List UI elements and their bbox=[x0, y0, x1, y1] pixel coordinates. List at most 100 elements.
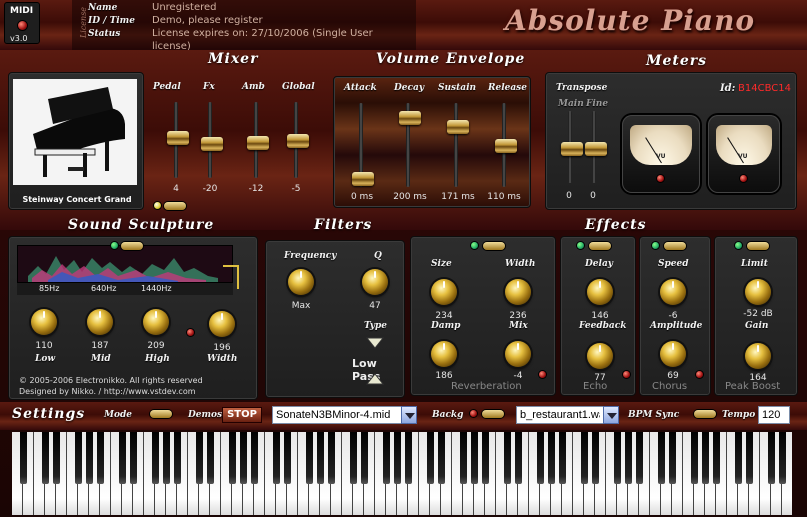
black-key[interactable] bbox=[470, 432, 478, 484]
settings-title: Settings bbox=[12, 406, 86, 422]
black-key[interactable] bbox=[558, 432, 566, 484]
chorus-amplitude-knob[interactable] bbox=[660, 341, 686, 367]
release-fader-thumb[interactable] bbox=[495, 139, 517, 153]
reverb-toggle[interactable] bbox=[483, 242, 505, 250]
black-key[interactable] bbox=[734, 432, 742, 484]
sustain-fader-thumb[interactable] bbox=[447, 120, 469, 134]
mode-toggle[interactable] bbox=[150, 410, 172, 418]
black-key[interactable] bbox=[151, 432, 159, 484]
black-key[interactable] bbox=[668, 432, 676, 484]
piano-keyboard[interactable] bbox=[12, 432, 792, 515]
echo-delay-knob[interactable] bbox=[587, 279, 613, 305]
transpose-main-thumb[interactable] bbox=[561, 142, 583, 156]
black-key[interactable] bbox=[701, 432, 709, 484]
black-key[interactable] bbox=[206, 432, 214, 484]
black-key[interactable] bbox=[74, 432, 82, 484]
black-key[interactable] bbox=[635, 432, 643, 484]
black-key[interactable] bbox=[437, 432, 445, 484]
black-key[interactable] bbox=[349, 432, 357, 484]
black-key[interactable] bbox=[514, 432, 522, 484]
black-key[interactable] bbox=[547, 432, 555, 484]
black-key[interactable] bbox=[85, 432, 93, 484]
black-key[interactable] bbox=[481, 432, 489, 484]
q-knob[interactable] bbox=[362, 269, 388, 295]
black-key[interactable] bbox=[96, 432, 104, 484]
bpm-sync-toggle[interactable] bbox=[694, 410, 716, 418]
global-fader-thumb[interactable] bbox=[287, 134, 309, 148]
tempo-input[interactable] bbox=[758, 406, 790, 424]
filter-type-down-icon[interactable] bbox=[366, 337, 384, 349]
boost-limit-knob[interactable] bbox=[745, 279, 771, 305]
black-key[interactable] bbox=[129, 432, 137, 484]
stop-button[interactable]: STOP bbox=[222, 407, 262, 423]
black-key[interactable] bbox=[305, 432, 313, 484]
background-file-select[interactable] bbox=[516, 406, 604, 424]
reverb-size-knob[interactable] bbox=[431, 279, 457, 305]
echo-feedback-knob[interactable] bbox=[587, 343, 613, 369]
black-key[interactable] bbox=[745, 432, 753, 484]
pedal-toggle[interactable] bbox=[164, 202, 186, 210]
filter-type-up-icon[interactable] bbox=[366, 373, 384, 385]
black-key[interactable] bbox=[778, 432, 786, 484]
black-key[interactable] bbox=[316, 432, 324, 484]
backg-toggle[interactable] bbox=[482, 410, 504, 418]
black-key[interactable] bbox=[272, 432, 280, 484]
chorus-toggle[interactable] bbox=[664, 242, 686, 250]
black-key[interactable] bbox=[459, 432, 467, 484]
background-dropdown-icon[interactable] bbox=[603, 406, 619, 424]
reverb-damp-knob[interactable] bbox=[431, 341, 457, 367]
sustain-fader-track[interactable] bbox=[454, 103, 458, 187]
black-key[interactable] bbox=[690, 432, 698, 484]
band-label-low: 85Hz bbox=[39, 284, 60, 293]
black-key[interactable] bbox=[613, 432, 621, 484]
black-key[interactable] bbox=[52, 432, 60, 484]
black-key[interactable] bbox=[426, 432, 434, 484]
demo-file-select[interactable] bbox=[272, 406, 402, 424]
boost-gain-knob[interactable] bbox=[745, 343, 771, 369]
band-label-mid: 640Hz bbox=[91, 284, 117, 293]
reverb-mix-knob[interactable] bbox=[505, 341, 531, 367]
black-key[interactable] bbox=[41, 432, 49, 484]
black-key[interactable] bbox=[195, 432, 203, 484]
black-key[interactable] bbox=[712, 432, 720, 484]
black-key[interactable] bbox=[250, 432, 258, 484]
chorus-speed-knob[interactable] bbox=[660, 279, 686, 305]
pedal-fader-thumb[interactable] bbox=[167, 131, 189, 145]
black-key[interactable] bbox=[162, 432, 170, 484]
black-key[interactable] bbox=[657, 432, 665, 484]
demo-dropdown-icon[interactable] bbox=[401, 406, 417, 424]
black-key[interactable] bbox=[327, 432, 335, 484]
piano-panel: Steinway Concert Grand bbox=[8, 72, 144, 210]
transpose-fine-thumb[interactable] bbox=[585, 142, 607, 156]
black-key[interactable] bbox=[767, 432, 775, 484]
black-key[interactable] bbox=[228, 432, 236, 484]
reverb-name: Reverberation bbox=[451, 381, 522, 392]
black-key[interactable] bbox=[536, 432, 544, 484]
black-key[interactable] bbox=[591, 432, 599, 484]
decay-fader-thumb[interactable] bbox=[399, 111, 421, 125]
black-key[interactable] bbox=[173, 432, 181, 484]
boost-toggle[interactable] bbox=[747, 242, 769, 250]
black-key[interactable] bbox=[404, 432, 412, 484]
mid-knob[interactable] bbox=[87, 309, 113, 335]
reverb-width-knob[interactable] bbox=[505, 279, 531, 305]
black-key[interactable] bbox=[360, 432, 368, 484]
width-knob[interactable] bbox=[209, 311, 235, 337]
black-key[interactable] bbox=[239, 432, 247, 484]
frequency-knob[interactable] bbox=[288, 269, 314, 295]
black-key[interactable] bbox=[393, 432, 401, 484]
black-key[interactable] bbox=[382, 432, 390, 484]
black-key[interactable] bbox=[118, 432, 126, 484]
black-key[interactable] bbox=[503, 432, 511, 484]
low-knob[interactable] bbox=[31, 309, 57, 335]
black-key[interactable] bbox=[624, 432, 632, 484]
amb-fader-thumb[interactable] bbox=[247, 136, 269, 150]
attack-fader-thumb[interactable] bbox=[352, 172, 374, 186]
black-key[interactable] bbox=[283, 432, 291, 484]
high-knob[interactable] bbox=[143, 309, 169, 335]
echo-toggle[interactable] bbox=[589, 242, 611, 250]
black-key[interactable] bbox=[19, 432, 27, 484]
fx-fader-thumb[interactable] bbox=[201, 137, 223, 151]
black-key[interactable] bbox=[580, 432, 588, 484]
sculpture-toggle[interactable] bbox=[121, 242, 143, 250]
